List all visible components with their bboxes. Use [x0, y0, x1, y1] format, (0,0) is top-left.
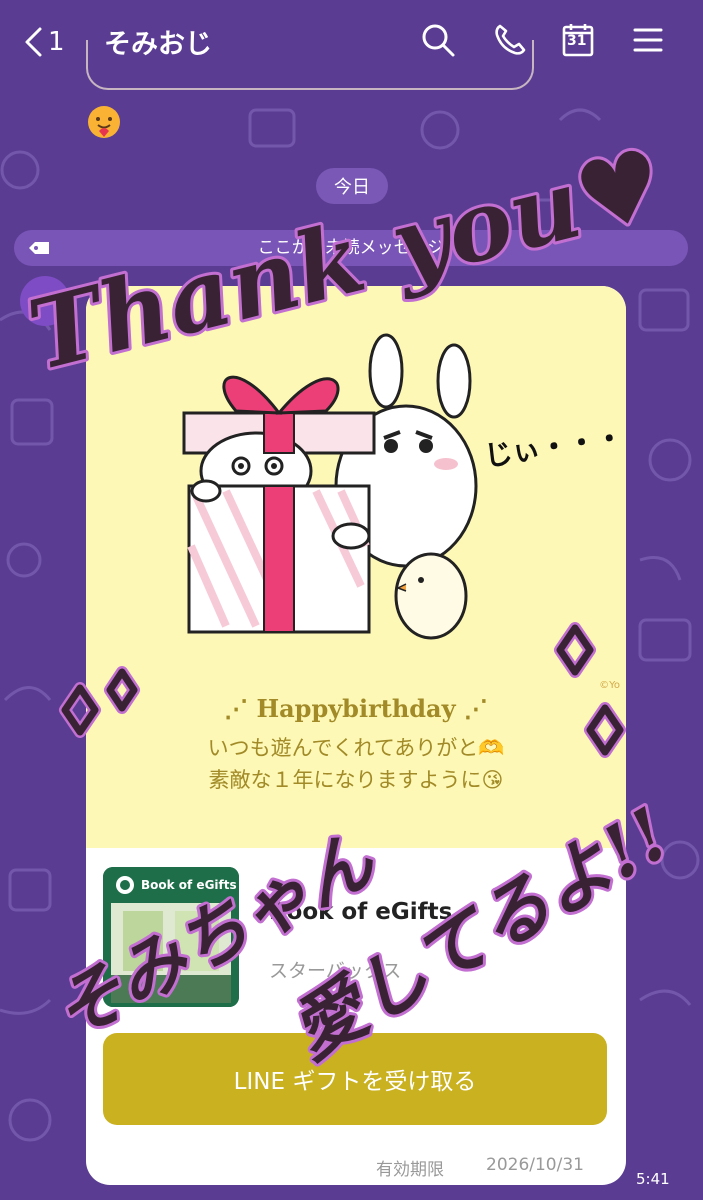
unread-divider-label: ここから未読メッセージ	[257, 238, 445, 258]
thumbnail-label: Book of eGifts	[141, 878, 237, 892]
chat-header: 1 そみおじ 31	[0, 0, 703, 84]
chat-title: そみおじ	[104, 29, 212, 60]
unread-count: 1	[48, 27, 65, 57]
menu-icon[interactable]	[628, 20, 668, 60]
chevron-left-icon	[25, 27, 42, 57]
date-divider: 今日	[316, 168, 388, 204]
expiry-label: 有効期限	[376, 1160, 444, 1180]
receive-gift-button[interactable]: LINE ギフトを受け取る	[103, 1033, 607, 1125]
search-icon[interactable]	[418, 20, 458, 60]
gift-thumbnail[interactable]: Book of eGifts	[103, 867, 239, 1007]
sticker-copyright: ©Yo	[599, 680, 620, 691]
message-line: いつも遊んでくれてありがと🫶	[207, 736, 505, 760]
message-time: 5:41	[636, 1170, 670, 1188]
calendar-icon[interactable]: 31	[558, 20, 598, 60]
gift-box-sticker-illustration: じぃ・・・	[182, 333, 626, 640]
back-button[interactable]: 1	[22, 20, 82, 64]
expiry-date: 2026/10/31	[486, 1155, 584, 1175]
phone-icon[interactable]	[490, 20, 530, 60]
hugging-face-emoji-icon	[88, 106, 120, 138]
gift-shop-name: スターバックス	[269, 960, 402, 982]
gift-name: Book of eGifts	[269, 899, 453, 925]
calendar-day: 31	[567, 33, 587, 49]
sticker-text: じぃ・・・	[482, 421, 625, 473]
message-title: ⋰ Happybirthday ⋰	[224, 694, 488, 723]
unread-divider: ここから未読メッセージ	[14, 230, 688, 266]
gift-card-header: じぃ・・・ ©Yo ⋰ Happybirthday ⋰ いつも遊んでくれてありが…	[86, 286, 626, 848]
sender-avatar[interactable]	[20, 276, 70, 326]
gift-message-card[interactable]: じぃ・・・ ©Yo ⋰ Happybirthday ⋰ いつも遊んでくれてありが…	[86, 286, 626, 1185]
message-line: 素敵な１年になりますように😘	[208, 768, 504, 792]
